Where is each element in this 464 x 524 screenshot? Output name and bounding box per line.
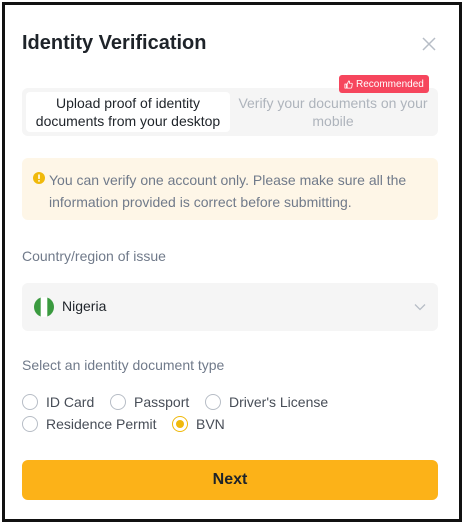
radio-id-card-circle[interactable] <box>22 394 38 410</box>
country-select-value: Nigeria <box>62 298 107 314</box>
notice-banner: You can verify one account only. Please … <box>22 158 438 220</box>
tab-desktop-upload[interactable]: Upload proof of identity documents from … <box>26 92 230 132</box>
radio-drivers-license[interactable]: Driver's License <box>205 394 328 410</box>
nigeria-flag-icon <box>34 297 54 317</box>
recommended-badge: Recommended <box>339 75 429 93</box>
tab-mobile-verify-label: Verify your documents on your mobile <box>238 95 428 129</box>
notice-text: You can verify one account only. Please … <box>49 172 407 210</box>
radio-drivers-license-circle[interactable] <box>205 394 221 410</box>
radio-bvn-circle[interactable] <box>172 416 188 432</box>
identity-verification-dialog: Identity Verification Upload proof of id… <box>2 2 462 522</box>
radio-residence-permit[interactable]: Residence Permit <box>22 416 157 432</box>
warning-icon <box>33 172 45 184</box>
upload-method-tabs: Upload proof of identity documents from … <box>22 88 438 136</box>
radio-passport-label: Passport <box>134 394 190 410</box>
radio-bvn-label: BVN <box>196 416 225 432</box>
country-select[interactable]: Nigeria <box>22 283 438 331</box>
radio-id-card-label: ID Card <box>46 394 95 410</box>
tab-desktop-upload-label: Upload proof of identity documents from … <box>35 95 221 129</box>
radio-drivers-license-label: Driver's License <box>229 394 329 410</box>
radio-residence-permit-circle[interactable] <box>22 416 38 432</box>
tab-mobile-verify[interactable]: Verify your documents on your mobile <box>232 92 434 132</box>
next-button[interactable]: Next <box>22 460 438 500</box>
country-label: Country/region of issue <box>22 248 166 264</box>
close-icon[interactable] <box>420 35 438 53</box>
document-type-label: Select an identity document type <box>22 357 225 373</box>
radio-passport-circle[interactable] <box>110 394 126 410</box>
radio-id-card[interactable]: ID Card <box>22 394 94 410</box>
radio-passport[interactable]: Passport <box>110 394 189 410</box>
radio-residence-permit-label: Residence Permit <box>46 416 157 432</box>
thumbs-up-icon <box>344 79 353 89</box>
chevron-down-icon <box>414 304 426 311</box>
recommended-badge-label: Recommended <box>356 78 424 90</box>
radio-bvn[interactable]: BVN <box>172 416 225 432</box>
dialog-title: Identity Verification <box>22 32 207 54</box>
